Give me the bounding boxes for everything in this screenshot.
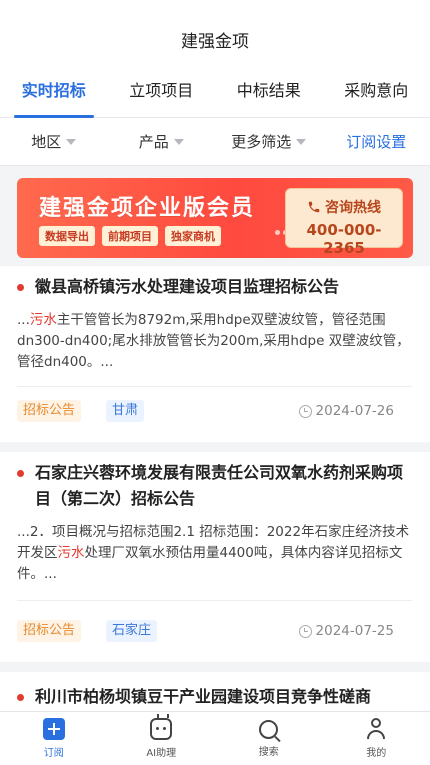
banner-title: 建强金项企业版会员: [39, 196, 256, 221]
nav-label: 订阅: [43, 748, 64, 759]
clock-icon: [298, 404, 312, 418]
phone-icon: [308, 201, 320, 213]
subscribe-settings-button[interactable]: 订阅设置: [323, 131, 430, 152]
app-header: 建强金项: [0, 0, 430, 64]
list-item[interactable]: 石家庄兴蓉环境发展有限责任公司双氧水药剂采购项目（第二次）招标公告 ...2．项…: [0, 452, 430, 662]
nav-search[interactable]: 搜索: [215, 712, 323, 765]
more-filters[interactable]: 更多筛选: [215, 131, 323, 152]
product-filter[interactable]: 产品: [108, 131, 216, 152]
nav-ai-assistant[interactable]: AI助理: [108, 712, 216, 765]
nav-subscribe[interactable]: 订阅: [0, 712, 108, 765]
bottom-navigation: 订阅 AI助理 搜索 我的: [0, 711, 430, 765]
region-filter[interactable]: 地区: [0, 131, 108, 152]
tab-winning-results[interactable]: 中标结果: [215, 64, 323, 118]
notice-summary: ...2．项目概况与招标范围2.1 招标范围：2022年石家庄经济技术开发区污水…: [17, 524, 410, 582]
region-badge: 甘肃: [106, 400, 145, 422]
notice-title: 利川市柏杨坝镇豆干产业园建设项目竞争性磋商: [35, 687, 372, 706]
hotline-label: 咨询热线: [325, 200, 381, 216]
publish-date: 2024-07-26: [298, 403, 394, 419]
nav-profile[interactable]: 我的: [323, 712, 430, 765]
filter-bar: 地区 产品 更多筛选 订阅设置: [0, 118, 430, 166]
hotline-number: 400-000-2365: [306, 221, 382, 257]
list-item[interactable]: 徽县高桥镇污水处理建设项目监理招标公告 ...污水主干管管长为8792m,采用h…: [0, 266, 430, 442]
hotline-button[interactable]: 咨询热线 400-000-2365: [285, 188, 403, 257]
subscribe-icon: [42, 718, 65, 740]
banner-chip: 前期项目: [102, 226, 158, 246]
banner-chip: 数据导出: [39, 226, 95, 246]
category-tabs: 实时招标 立项项目 中标结果 采购意向: [0, 64, 430, 118]
search-icon: [259, 719, 279, 739]
tab-procurement-intent[interactable]: 采购意向: [323, 64, 430, 118]
banner-feature-chips: 数据导出 前期项目 独家商机: [39, 226, 221, 246]
more-filters-label: 更多筛选: [231, 133, 292, 151]
ai-robot-icon: [150, 714, 173, 740]
notice-type-badge: 招标公告: [17, 400, 82, 422]
bullet-dot: [17, 470, 24, 477]
tab-approved-projects[interactable]: 立项项目: [108, 64, 216, 118]
banner-chip: 独家商机: [165, 226, 221, 246]
nav-label: AI助理: [146, 748, 177, 759]
region-badge: 石家庄: [106, 620, 158, 642]
keyword-highlight: 污水: [57, 545, 85, 561]
membership-banner[interactable]: 建强金项企业版会员 数据导出 前期项目 独家商机 咨询热线 400-000-23…: [17, 178, 413, 258]
tab-realtime-bidding[interactable]: 实时招标: [0, 64, 108, 118]
clock-icon: [298, 624, 312, 638]
bullet-dot: [17, 284, 24, 291]
notice-type-badge: 招标公告: [17, 620, 82, 642]
nav-label: 我的: [366, 748, 387, 759]
chevron-down-icon: [66, 138, 77, 145]
notice-title: 徽县高桥镇污水处理建设项目监理招标公告: [35, 277, 340, 296]
notice-title: 石家庄兴蓉环境发展有限责任公司双氧水药剂采购项目（第二次）招标公告: [35, 463, 404, 508]
publish-date: 2024-07-25: [298, 623, 394, 639]
page-title: 建强金项: [181, 31, 249, 52]
chevron-down-icon: [296, 138, 307, 145]
region-filter-label: 地区: [31, 133, 62, 151]
keyword-highlight: 污水: [29, 312, 57, 328]
product-filter-label: 产品: [138, 133, 169, 151]
list-item[interactable]: 利川市柏杨坝镇豆干产业园建设项目竞争性磋商: [0, 672, 430, 711]
profile-icon: [365, 718, 387, 740]
notice-summary: ...污水主干管管长为8792m,采用hdpe双壁波纹管，管径范围dn300-d…: [17, 312, 410, 370]
nav-label: 搜索: [258, 746, 279, 758]
chevron-down-icon: [173, 138, 184, 145]
bullet-dot: [17, 694, 24, 701]
